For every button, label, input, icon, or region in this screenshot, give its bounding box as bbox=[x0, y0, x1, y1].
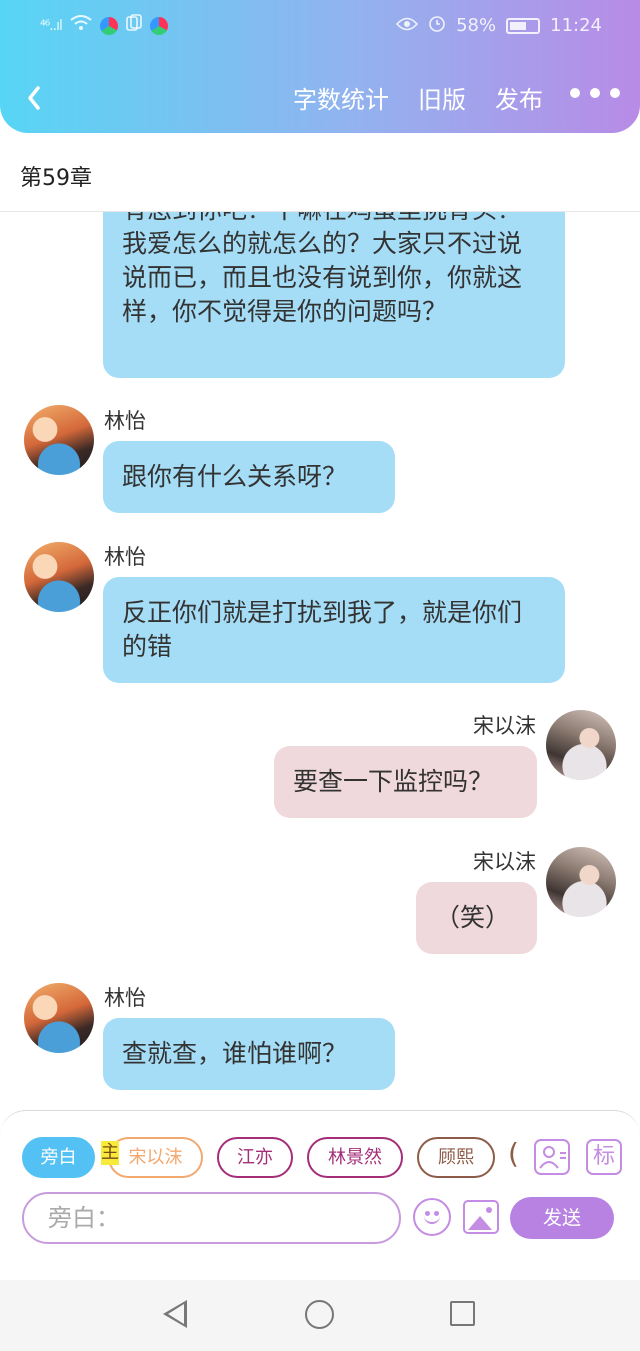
message-text: 有怎到你吧？干嘛在鸡蛋里挑骨头？我爱怎么的就怎么的？大家只不过说说而已，而且也没… bbox=[122, 212, 523, 326]
tag-button[interactable]: 标 bbox=[586, 1139, 622, 1175]
smile-icon bbox=[424, 1214, 440, 1224]
nav-home-icon[interactable] bbox=[305, 1300, 334, 1329]
message-text: 要查一下监控吗？ bbox=[293, 767, 494, 796]
emoji-button[interactable] bbox=[413, 1198, 451, 1236]
app-notification-icon bbox=[99, 16, 118, 35]
eye-icon bbox=[396, 15, 419, 36]
speaker-name: 林怡 bbox=[104, 545, 146, 569]
role-chip-overflow[interactable]: ( bbox=[508, 1137, 519, 1170]
top-header: ⁴⁶..ıl 58% 11:24 字数统计 旧版 发布 bbox=[0, 0, 640, 133]
nav-recent-icon[interactable] bbox=[450, 1301, 475, 1326]
message-text: 反正你们就是打扰到我了，就是你们的错 bbox=[122, 598, 523, 661]
wifi-icon bbox=[70, 15, 92, 36]
message-bubble[interactable]: 跟你有什么关系呀？ bbox=[103, 441, 395, 513]
avatar[interactable] bbox=[546, 710, 616, 780]
signal-icon: ⁴⁶..ıl bbox=[40, 17, 63, 34]
image-button[interactable] bbox=[463, 1200, 499, 1234]
avatar[interactable] bbox=[24, 983, 94, 1053]
chat-list[interactable]: 有怎到你吧？干嘛在鸡蛋里挑骨头？我爱怎么的就怎么的？大家只不过说说而已，而且也没… bbox=[0, 212, 640, 1110]
speaker-name: 林怡 bbox=[104, 409, 146, 433]
role-chip-jiang[interactable]: 江亦 bbox=[217, 1137, 293, 1178]
speaker-name: 宋以沫 bbox=[473, 714, 536, 738]
word-count-button[interactable]: 字数统计 bbox=[293, 80, 389, 115]
image-icon-sun bbox=[486, 1207, 492, 1213]
clock: 11:24 bbox=[550, 15, 602, 36]
avatar[interactable] bbox=[24, 542, 94, 612]
message-bubble[interactable]: 有怎到你吧？干嘛在鸡蛋里挑骨头？我爱怎么的就怎么的？大家只不过说说而已，而且也没… bbox=[103, 212, 565, 378]
message-bubble[interactable]: 查就查，谁怕谁啊？ bbox=[103, 1018, 395, 1090]
avatar[interactable] bbox=[546, 847, 616, 917]
more-button[interactable] bbox=[570, 88, 620, 98]
speaker-name: 宋以沫 bbox=[473, 850, 536, 874]
speaker-name: 林怡 bbox=[104, 986, 146, 1010]
avatar[interactable] bbox=[24, 405, 94, 475]
back-button[interactable] bbox=[18, 76, 52, 116]
chapter-title[interactable]: 第59章 bbox=[20, 160, 92, 192]
message-text: 查就查，谁怕谁啊？ bbox=[122, 1039, 348, 1068]
image-icon bbox=[468, 1216, 492, 1230]
add-role-button[interactable] bbox=[534, 1139, 570, 1175]
main-role-badge: 主 bbox=[101, 1141, 119, 1165]
message-text: 跟你有什么关系呀？ bbox=[122, 462, 348, 491]
alarm-icon bbox=[428, 14, 446, 37]
battery-icon bbox=[506, 17, 541, 34]
more-dot bbox=[570, 88, 580, 98]
publish-button[interactable]: 发布 bbox=[495, 80, 543, 115]
message-bubble[interactable]: 反正你们就是打扰到我了，就是你们的错 bbox=[103, 577, 565, 683]
role-chip-narration[interactable]: 旁白 bbox=[22, 1137, 95, 1178]
chevron-left-icon bbox=[28, 86, 40, 110]
nav-bar: 字数统计 旧版 发布 bbox=[0, 70, 640, 124]
role-chip-gu[interactable]: 顾熙 bbox=[417, 1137, 495, 1178]
status-bar: ⁴⁶..ıl 58% 11:24 bbox=[0, 10, 640, 42]
role-chip-lin[interactable]: 林景然 bbox=[307, 1137, 403, 1178]
app-notification-icon-2 bbox=[149, 16, 168, 35]
battery-percent: 58% bbox=[456, 15, 497, 36]
more-dot bbox=[590, 88, 600, 98]
message-bubble[interactable]: 要查一下监控吗？ bbox=[274, 746, 537, 818]
copy-icon bbox=[126, 14, 142, 37]
old-version-button[interactable]: 旧版 bbox=[418, 80, 466, 115]
message-text: （笑） bbox=[435, 903, 511, 932]
role-chip-song[interactable]: 宋以沫 bbox=[108, 1137, 203, 1178]
message-bubble[interactable]: （笑） bbox=[416, 882, 537, 954]
system-nav-bar bbox=[0, 1280, 640, 1351]
send-button[interactable]: 发送 bbox=[510, 1197, 614, 1239]
nav-back-icon[interactable] bbox=[163, 1300, 187, 1328]
more-dot bbox=[610, 88, 620, 98]
message-input[interactable]: 旁白： bbox=[22, 1192, 401, 1244]
add-role-icon bbox=[539, 1146, 566, 1169]
